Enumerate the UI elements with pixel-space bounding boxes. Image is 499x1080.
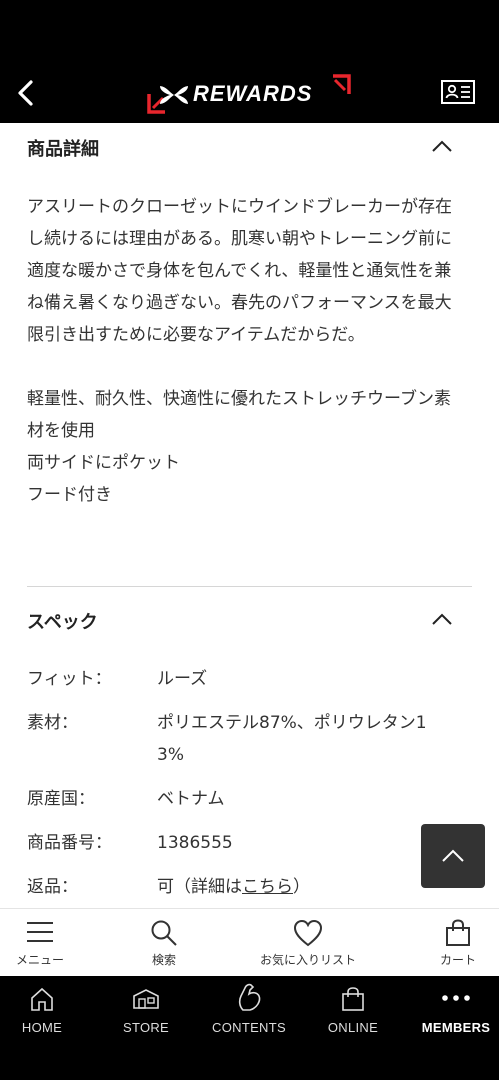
chevron-up-icon: [442, 849, 464, 862]
nav-online[interactable]: ONLINE: [313, 976, 393, 1046]
spec-label: フィット：: [27, 669, 112, 689]
spec-label: 素材：: [27, 713, 78, 733]
cart-icon: [446, 919, 470, 946]
description-paragraph: アスリートのクローゼットにウインドブレーカーが存在し続けるには理由がある。肌寒い…: [27, 197, 452, 345]
shopping-bag-icon: [342, 987, 364, 1011]
bottom-navigation: HOME STORE CONTENTS ONLINE MEMBERS: [0, 976, 499, 1080]
nav-members[interactable]: MEMBERS: [414, 976, 498, 1046]
status-bar: [0, 0, 499, 66]
chevron-left-icon: [18, 80, 33, 106]
app-header: REWARDS: [0, 66, 499, 123]
rewards-logo: REWARDS: [147, 72, 353, 118]
heart-icon: [293, 919, 323, 947]
back-button[interactable]: [12, 78, 42, 108]
details-title: 商品詳細: [27, 139, 99, 160]
search-button[interactable]: 検索: [129, 909, 199, 977]
menu-label: メニュー: [15, 953, 64, 967]
return-prefix: 可（詳細は: [157, 877, 242, 897]
spec-value: ルーズ: [157, 669, 208, 689]
nav-contents-label: CONTENTS: [212, 1020, 286, 1035]
nav-home[interactable]: HOME: [2, 976, 82, 1046]
section-divider: [27, 586, 472, 587]
spec-label: 返品：: [27, 877, 78, 897]
favorites-button[interactable]: お気に入りリスト: [250, 909, 366, 977]
nav-store-label: STORE: [122, 1020, 170, 1035]
spec-value: ベトナム: [157, 789, 225, 809]
favorites-label: お気に入りリスト: [259, 953, 356, 967]
cart-button[interactable]: カート: [423, 909, 493, 977]
cart-label: カート: [439, 953, 476, 967]
bottom-toolbar: メニュー 検索 お気に入りリスト カート: [0, 908, 499, 976]
chevron-up-icon: [432, 140, 452, 152]
menu-icon: [27, 922, 53, 942]
nav-members-label: MEMBERS: [421, 1020, 491, 1035]
spec-value: ポリエステル87%、ポリウレタン13%: [157, 713, 427, 765]
menu-button[interactable]: メニュー: [5, 909, 75, 977]
details-section-toggle[interactable]: 商品詳細: [27, 123, 472, 173]
ua-logo-icon: [160, 86, 188, 104]
feature-item: フード付き: [27, 485, 112, 505]
spec-section-toggle[interactable]: スペック: [27, 596, 472, 646]
scroll-to-top-button[interactable]: [421, 824, 485, 888]
more-dots-icon: [442, 995, 470, 1001]
home-icon: [31, 987, 53, 1011]
member-card-icon: [441, 80, 475, 104]
product-description: アスリートのクローゼットにウインドブレーカーが存在し続けるには理由がある。肌寒い…: [27, 191, 467, 511]
nav-online-label: ONLINE: [327, 1020, 379, 1035]
return-suffix: ）: [293, 877, 310, 897]
feature-item: 軽量性、耐久性、快適性に優れたストレッチウーブン素材を使用: [27, 389, 451, 441]
spec-value: 可（詳細はこちら）: [157, 871, 457, 903]
spec-value: 1386555: [157, 833, 233, 853]
nav-contents[interactable]: CONTENTS: [205, 976, 293, 1046]
nav-home-label: HOME: [21, 1020, 63, 1035]
search-icon: [151, 920, 177, 946]
return-details-link[interactable]: こちら: [242, 877, 293, 897]
product-info-content[interactable]: 商品詳細 アスリートのクローゼットにウインドブレーカーが存在し続けるには理由があ…: [0, 123, 499, 908]
nav-store[interactable]: STORE: [106, 976, 186, 1046]
search-label: 検索: [151, 953, 176, 967]
spec-label: 商品番号：: [27, 833, 112, 853]
feature-item: 両サイドにポケット: [27, 453, 180, 473]
spec-title: スペック: [27, 612, 98, 633]
member-card-button[interactable]: [440, 78, 476, 106]
flexed-arm-icon: [238, 983, 261, 1011]
spec-label: 原産国：: [27, 789, 95, 809]
brand-name: REWARDS: [193, 81, 313, 106]
chevron-up-icon: [432, 613, 452, 625]
store-icon: [133, 989, 159, 1009]
description-spacer: [27, 351, 467, 383]
